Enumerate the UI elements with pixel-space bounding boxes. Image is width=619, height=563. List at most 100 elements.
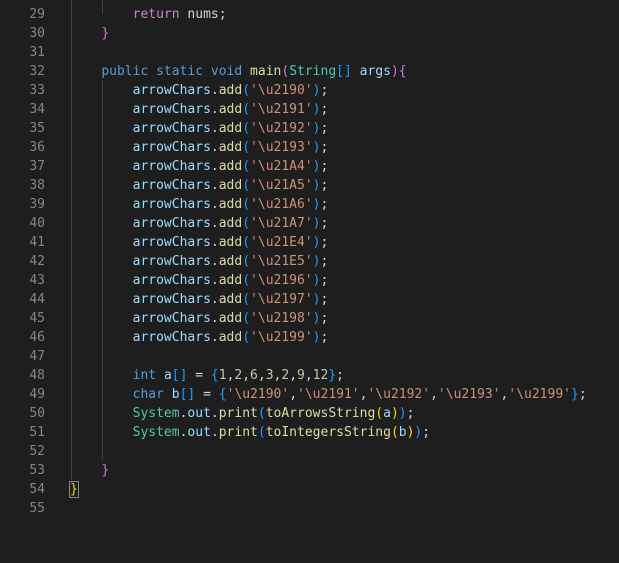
code-token: 12 [312,368,329,383]
line-code[interactable]: arrowChars.add('\u21E5'); [70,252,329,271]
code-token: '\u2193' [437,387,501,402]
code-line[interactable]: 33 arrowChars.add('\u2190'); [0,81,619,100]
code-line[interactable]: 35 arrowChars.add('\u2192'); [0,119,619,138]
code-token: { [210,368,219,383]
line-code[interactable]: arrowChars.add('\u2192'); [70,119,329,138]
code-token: ( [242,178,251,193]
code-token: b [398,425,407,440]
code-token: , [289,387,298,402]
code-token: ) [390,406,399,421]
code-token: arrowChars [132,273,211,288]
scrollbar-track[interactable] [605,0,619,563]
code-line[interactable]: 49 char b[] = {'\u2190','\u2191','\u2192… [0,385,619,404]
code-line[interactable]: 36 arrowChars.add('\u2193'); [0,138,619,157]
line-number: 41 [29,235,45,250]
code-line[interactable]: 47 [0,347,619,366]
line-number: 51 [29,425,45,440]
code-line[interactable]: 38 arrowChars.add('\u21A5'); [0,176,619,195]
line-code[interactable]: } [70,461,109,480]
code-line[interactable]: 32 public static void main(String[] args… [0,62,619,81]
line-number: 46 [29,330,45,345]
line-code[interactable]: char b[] = {'\u2190','\u2191','\u2192','… [70,385,587,404]
line-code[interactable]: arrowChars.add('\u2197'); [70,290,329,309]
line-code[interactable]: System.out.print(toIntegersString(b)); [70,423,430,442]
code-line[interactable]: 29 return nums; [0,5,619,24]
line-code[interactable]: arrowChars.add('\u2191'); [70,100,329,119]
code-token: ; [320,254,329,269]
code-editor[interactable]: 29 return nums; 30 } 31 32 public static vo… [0,0,619,563]
code-line[interactable]: 55 [0,499,619,518]
code-token: '\u2191' [297,387,360,402]
code-token: ) [312,330,321,345]
code-token: void [210,64,243,79]
code-line[interactable]: 48 int a[] = {1,2,6,3,2,9,12}; [0,366,619,385]
line-code[interactable]: public static void main(String[] args){ [70,62,406,81]
line-code[interactable]: arrowChars.add('\u2196'); [70,271,329,290]
code-token: args [359,64,391,79]
code-line[interactable]: 54} [0,480,619,499]
code-token: 9 [297,368,305,383]
line-code[interactable]: arrowChars.add('\u21A5'); [70,176,329,195]
code-token: '\u21E4' [250,235,313,250]
line-number: 40 [29,216,45,231]
code-line[interactable]: 42 arrowChars.add('\u21E5'); [0,252,619,271]
line-code[interactable]: arrowChars.add('\u2190'); [70,81,329,100]
code-line[interactable]: 45 arrowChars.add('\u2198'); [0,309,619,328]
code-token: ) [312,216,321,231]
code-line[interactable]: 39 arrowChars.add('\u21A6'); [0,195,619,214]
code-line[interactable]: 44 arrowChars.add('\u2197'); [0,290,619,309]
code-line[interactable]: 40 arrowChars.add('\u21A7'); [0,214,619,233]
code-line[interactable]: 31 [0,43,619,62]
code-line[interactable]: 51 System.out.print(toIntegersString(b))… [0,423,619,442]
code-line[interactable]: 50 System.out.print(toArrowsString(a)); [0,404,619,423]
line-code[interactable]: arrowChars.add('\u2199'); [70,328,329,347]
line-code[interactable]: } [70,24,109,43]
code-token: add [218,140,243,155]
code-token: ; [320,197,329,212]
code-token: main [250,64,282,79]
line-code[interactable]: arrowChars.add('\u21A7'); [70,214,329,233]
code-token: add [218,292,243,307]
line-code[interactable]: arrowChars.add('\u2198'); [70,309,329,328]
line-code[interactable]: arrowChars.add('\u21A6'); [70,195,329,214]
code-token: add [218,102,243,117]
code-token: ) [312,83,321,98]
line-code[interactable]: int a[] = {1,2,6,3,2,9,12}; [70,366,344,385]
code-line[interactable]: 52 [0,442,619,461]
code-token: arrowChars [132,311,211,326]
code-token: . [210,83,219,98]
code-token: '\u21E5' [250,254,313,269]
code-token: . [210,425,219,440]
code-token: = [187,368,211,383]
line-code[interactable]: return nums; [70,5,227,24]
code-token: '\u21A4' [250,159,313,174]
line-code[interactable]: arrowChars.add('\u21E4'); [70,233,329,252]
code-line[interactable]: 37 arrowChars.add('\u21A4'); [0,157,619,176]
line-code[interactable]: System.out.print(toArrowsString(a)); [70,404,415,423]
code-token: ; [320,216,329,231]
code-line[interactable]: 34 arrowChars.add('\u2191'); [0,100,619,119]
code-line[interactable]: 46 arrowChars.add('\u2199'); [0,328,619,347]
line-code[interactable]: } [69,480,79,499]
code-token: '\u2190' [226,387,290,402]
line-number: 42 [29,254,45,269]
code-token: '\u2197' [250,292,313,307]
code-token: ; [320,235,329,250]
code-token: a [163,368,172,383]
code-token: '\u21A7' [250,216,313,231]
code-line[interactable]: 53 } [0,461,619,480]
code-token: '\u2193' [250,140,313,155]
line-number: 47 [29,349,45,364]
code-token: ( [242,311,251,326]
code-line[interactable]: 30 } [0,24,619,43]
code-line[interactable]: 43 arrowChars.add('\u2196'); [0,271,619,290]
code-token: ) [312,311,321,326]
line-code[interactable]: arrowChars.add('\u2193'); [70,138,329,157]
line-code[interactable]: arrowChars.add('\u21A4'); [70,157,329,176]
code-line[interactable]: 41 arrowChars.add('\u21E4'); [0,233,619,252]
code-token: arrowChars [132,292,211,307]
